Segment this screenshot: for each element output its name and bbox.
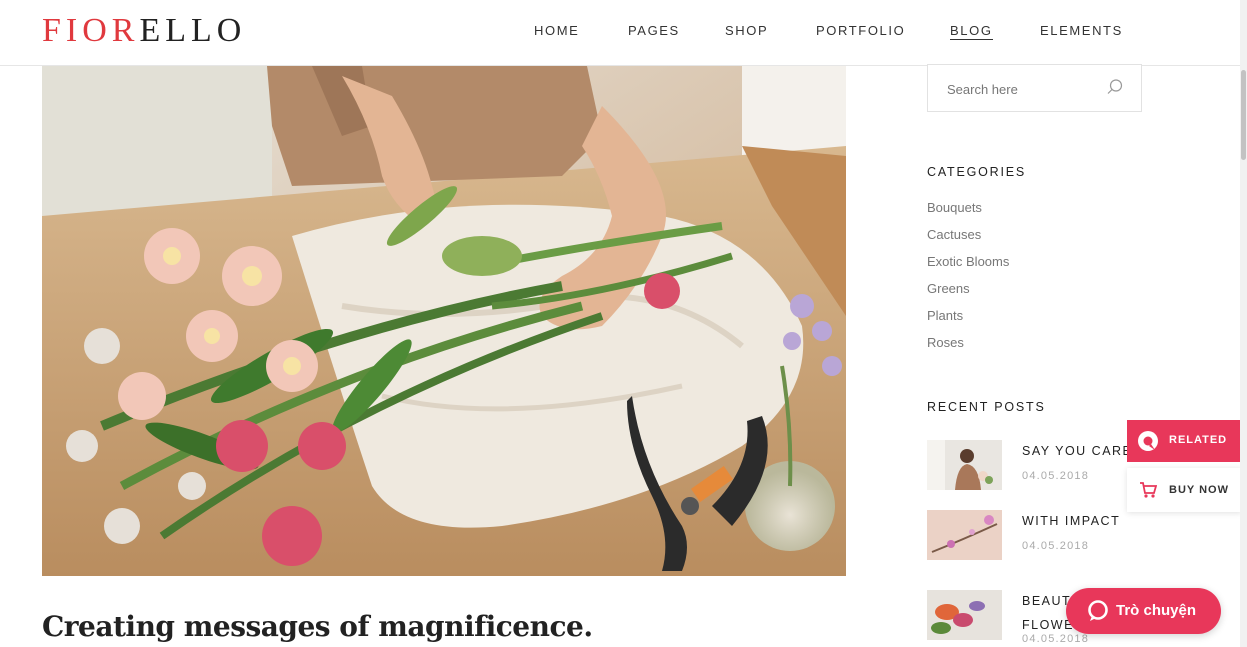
recent-post-thumbnail[interactable] (927, 440, 1002, 490)
site-header: FIORELLO HOME PAGES SHOP PORTFOLIO BLOG … (0, 0, 1247, 66)
nav-elements[interactable]: ELEMENTS (1040, 23, 1123, 38)
related-icon (1138, 431, 1158, 451)
post-featured-image (42, 66, 846, 576)
category-bouquets[interactable]: Bouquets (927, 200, 1009, 227)
buy-now-label: BUY NOW (1169, 484, 1229, 496)
search-input[interactable] (947, 79, 1107, 99)
related-label: RELATED (1169, 434, 1228, 446)
post-title: Creating messages of magnificence. (42, 610, 593, 643)
nav-blog[interactable]: BLOG (950, 23, 993, 40)
recent-post-title[interactable]: WITH IMPACT (1022, 514, 1120, 528)
chat-label: Trò chuyện (1116, 602, 1197, 619)
recent-post-item[interactable]: WITH IMPACT 04.05.2018 (927, 510, 1142, 570)
scrollbar-thumb[interactable] (1241, 70, 1246, 160)
category-greens[interactable]: Greens (927, 281, 1009, 308)
main-nav: HOME PAGES SHOP PORTFOLIO BLOG ELEMENTS (0, 23, 1247, 43)
search-icon[interactable] (1106, 78, 1124, 96)
recent-post-date: 04.05.2018 (1022, 540, 1090, 552)
recent-post-thumbnail[interactable] (927, 590, 1002, 640)
category-exotic-blooms[interactable]: Exotic Blooms (927, 254, 1009, 281)
nav-pages[interactable]: PAGES (628, 23, 680, 38)
recent-post-date: 04.05.2018 (1022, 633, 1090, 645)
cart-icon (1140, 482, 1157, 498)
categories-list: Bouquets Cactuses Exotic Blooms Greens P… (927, 200, 1009, 362)
nav-home[interactable]: HOME (534, 23, 579, 38)
recent-posts-title: RECENT POSTS (927, 400, 1046, 414)
chat-button[interactable]: Trò chuyện (1066, 588, 1221, 634)
buy-now-button[interactable]: BUY NOW (1127, 468, 1242, 512)
recent-post-date: 04.05.2018 (1022, 470, 1090, 482)
chat-bubble-icon (1088, 600, 1108, 621)
category-plants[interactable]: Plants (927, 308, 1009, 335)
recent-post-thumbnail[interactable] (927, 510, 1002, 560)
page-scrollbar[interactable] (1240, 0, 1247, 647)
related-button[interactable]: RELATED (1127, 420, 1242, 462)
nav-portfolio[interactable]: PORTFOLIO (816, 23, 905, 38)
recent-post-title[interactable]: SAY YOU CARE (1022, 444, 1132, 458)
nav-shop[interactable]: SHOP (725, 23, 768, 38)
category-cactuses[interactable]: Cactuses (927, 227, 1009, 254)
recent-post-item[interactable]: SAY YOU CARE 04.05.2018 (927, 440, 1142, 500)
category-roses[interactable]: Roses (927, 335, 1009, 362)
sidebar-search (927, 64, 1142, 112)
categories-title: CATEGORIES (927, 165, 1027, 179)
